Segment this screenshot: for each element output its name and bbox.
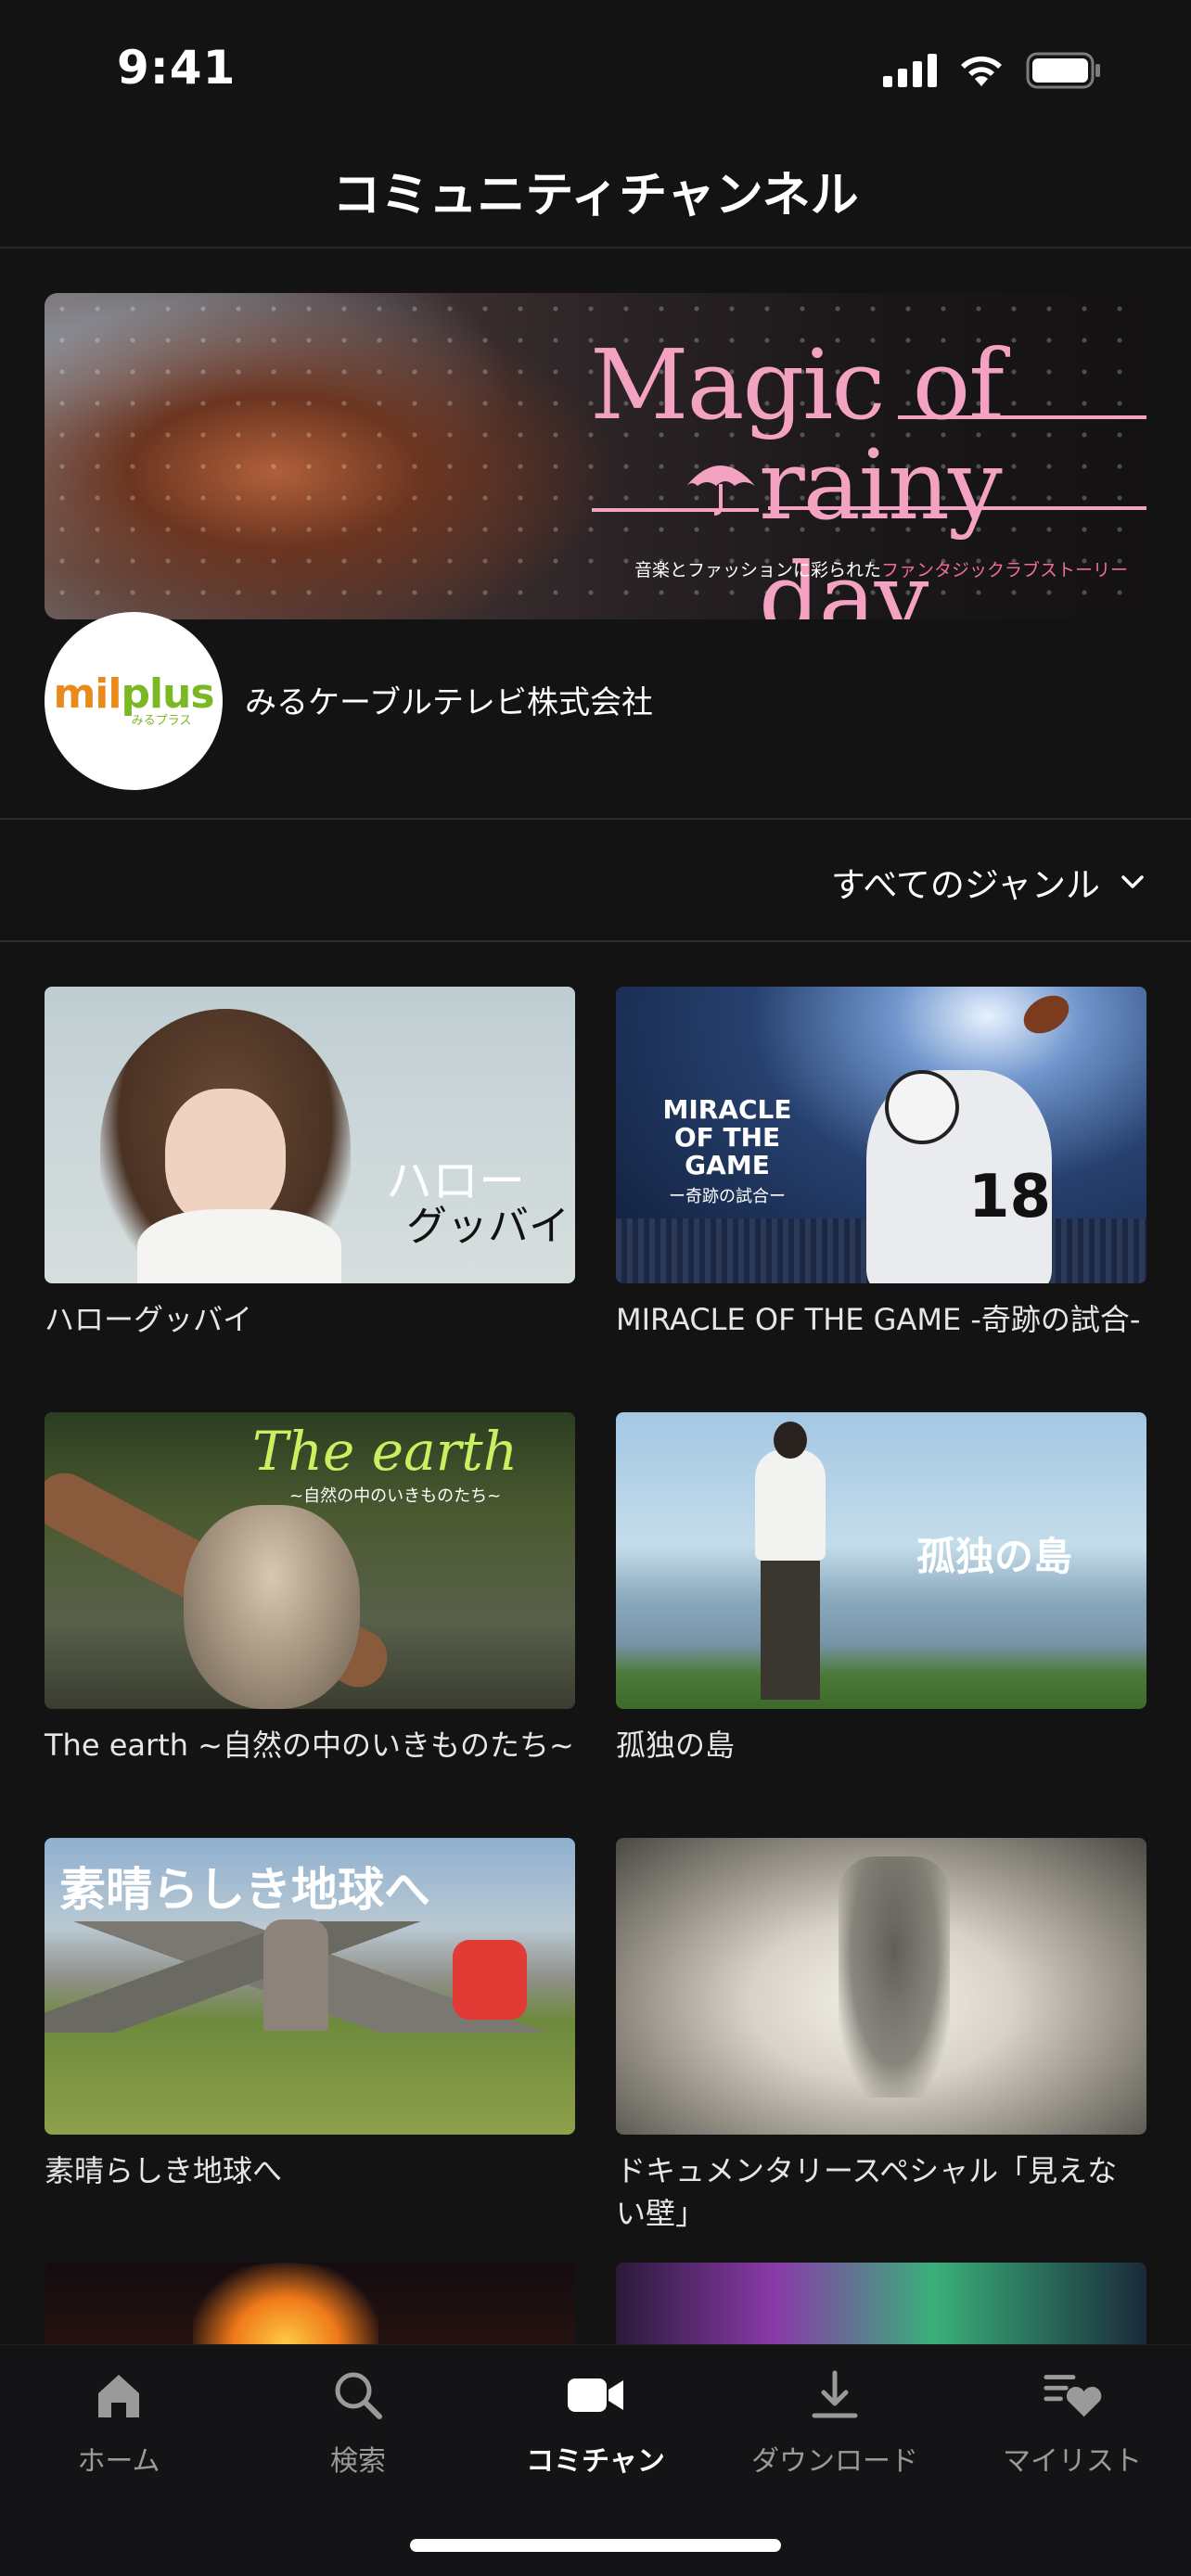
genre-filter-dropdown[interactable]: すべてのジャンル xyxy=(831,857,1145,907)
content-title: ドキュメンタリースペシャル「見えない壁」 xyxy=(616,2153,1118,2231)
content-title: The earth ~自然の中のいきものたち~ xyxy=(45,1728,574,1763)
nav-header: コミュニティチャンネル xyxy=(0,139,1191,249)
thumbnail-overlay-text: 孤独の島 xyxy=(916,1534,1073,1579)
content-tile[interactable]: ドキュメンタリースペシャル「見えない壁」 xyxy=(616,1838,1146,2235)
thumbnail-overlay-text: The earth xyxy=(252,1420,519,1483)
video-camera-icon xyxy=(566,2366,625,2425)
wifi-icon xyxy=(961,56,1002,86)
tab-label: ホーム xyxy=(77,2445,160,2478)
content-thumbnail: ハロー グッバイ xyxy=(45,987,575,1283)
thumbnail-figure-part xyxy=(774,1422,807,1459)
page-title: コミュニティチャンネル xyxy=(332,168,859,223)
content-thumbnail: 孤独の島 xyxy=(616,1412,1146,1709)
tab-label: ダウンロード xyxy=(751,2445,918,2478)
home-indicator[interactable] xyxy=(410,2539,781,2552)
thumbnail-figure xyxy=(453,1940,527,2020)
content-tile[interactable]: 素晴らしき地球へ 素晴らしき地球へ xyxy=(45,1838,575,2192)
content-title: MIRACLE OF THE GAME -奇跡の試合- xyxy=(616,1302,1141,1337)
content-title: 素晴らしき地球へ xyxy=(45,2153,283,2188)
banner-subtitle: 音楽とファッションに彩られたファンタジックラブストーリー xyxy=(634,556,1128,581)
content-tile[interactable]: The earth ~自然の中のいきものたち~ The earth ~自然の中の… xyxy=(45,1412,575,1766)
content-row-partial xyxy=(0,2263,1191,2346)
content-title: ハローグッバイ xyxy=(45,1302,253,1337)
tab-home[interactable]: ホーム xyxy=(17,2366,221,2479)
thumbnail-overlay-text: グッバイ xyxy=(406,1203,570,1250)
tab-download[interactable]: ダウンロード xyxy=(733,2366,937,2479)
content-tile[interactable]: ハロー グッバイ ハローグッバイ xyxy=(45,987,575,1341)
thumbnail-figure xyxy=(839,1856,950,2098)
content-tile[interactable]: 18 MIRACLE OF THE GAME ー奇跡の試合ー MIRACLE O… xyxy=(616,987,1146,1341)
status-time: 9:41 xyxy=(117,41,237,95)
tab-label: 検索 xyxy=(330,2445,386,2478)
content-thumbnail[interactable] xyxy=(616,2263,1146,2346)
download-icon xyxy=(805,2366,864,2425)
thumbnail-figure xyxy=(137,1209,341,1283)
logo-wordmark: milplus xyxy=(53,674,214,715)
chevron-down-icon xyxy=(1121,875,1144,888)
channel-info[interactable]: milplus みるプラス みるケーブルテレビ株式会社 xyxy=(0,612,1191,797)
list-heart-icon xyxy=(1043,2366,1102,2425)
thumbnail-jersey-number: 18 xyxy=(968,1163,1052,1231)
content-thumbnail[interactable] xyxy=(45,2263,575,2346)
content-thumbnail xyxy=(616,1838,1146,2135)
thumbnail-overlay-text: 素晴らしき地球へ xyxy=(59,1862,430,1917)
content-tile[interactable]: 孤独の島 孤独の島 xyxy=(616,1412,1146,1766)
thumbnail-figure-part xyxy=(755,1449,826,1561)
thumbnail-figure xyxy=(184,1505,360,1709)
thumbnail-figure-part xyxy=(761,1561,820,1700)
divider xyxy=(0,940,1191,942)
thumbnail-rock xyxy=(263,1919,328,2031)
content-thumbnail: The earth ~自然の中のいきものたち~ xyxy=(45,1412,575,1709)
thumbnail-flame xyxy=(193,2263,378,2344)
tab-community-channel[interactable]: コミチャン xyxy=(493,2366,698,2479)
tab-search[interactable]: 検索 xyxy=(256,2366,460,2479)
banner-title-line2: rainy day xyxy=(759,428,1003,619)
logo-subtext: みるプラス xyxy=(131,714,192,728)
umbrella-icon xyxy=(686,465,755,516)
status-icons xyxy=(883,52,1102,89)
battery-icon xyxy=(1026,52,1100,89)
thumbnail-figure xyxy=(755,1422,826,1700)
thumbnail-overlay-text: MIRACLE OF THE GAME xyxy=(662,1094,792,1180)
banner-subtitle-main: 音楽とファッションに彩られた xyxy=(634,560,881,580)
banner-title-line1: Magic of xyxy=(590,328,1005,441)
genre-filter-label: すべてのジャンル xyxy=(830,865,1100,905)
content-thumbnail: 18 MIRACLE OF THE GAME ー奇跡の試合ー xyxy=(616,987,1146,1283)
tab-label: マイリスト xyxy=(1003,2445,1142,2478)
thumbnail-figure xyxy=(885,1070,959,1144)
cellular-signal-icon xyxy=(883,54,937,87)
logo-mil: mil xyxy=(53,670,122,718)
football-icon xyxy=(1017,988,1076,1041)
content-thumbnail: 素晴らしき地球へ xyxy=(45,1838,575,2135)
banner-subtitle-accent: ファンタジックラブストーリー xyxy=(880,560,1128,580)
channel-logo: milplus みるプラス xyxy=(45,612,223,790)
search-icon xyxy=(328,2366,388,2425)
channel-name: みるケーブルテレビ株式会社 xyxy=(245,684,653,721)
divider xyxy=(0,818,1191,820)
thumbnail-overlay-text: ー奇跡の試合ー xyxy=(669,1187,786,1206)
status-bar: 9:41 xyxy=(0,0,1191,139)
content-title: 孤独の島 xyxy=(616,1728,736,1763)
logo-plus: plus xyxy=(121,670,214,718)
channel-banner[interactable]: Magic of rainy day 音楽とファッションに彩られたファンタジック… xyxy=(45,293,1146,619)
thumbnail-figure xyxy=(165,1089,286,1228)
home-icon xyxy=(89,2366,148,2425)
tab-label: コミチャン xyxy=(526,2445,665,2478)
tab-my-list[interactable]: マイリスト xyxy=(970,2366,1174,2479)
thumbnail-overlay-text: ~自然の中のいきものたち~ xyxy=(289,1486,502,1506)
